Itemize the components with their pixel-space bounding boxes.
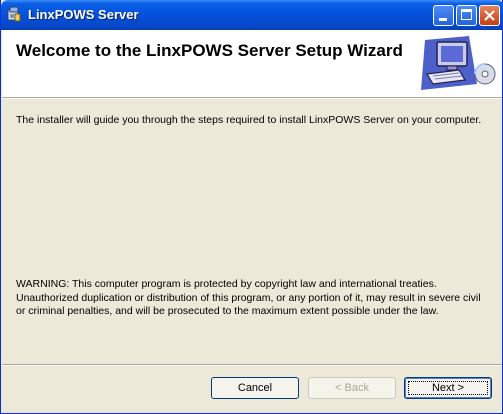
- page-title: Welcome to the LinxPOWS Server Setup Wiz…: [16, 41, 403, 60]
- cancel-button[interactable]: Cancel: [211, 377, 299, 399]
- wizard-header: Welcome to the LinxPOWS Server Setup Wiz…: [2, 30, 502, 97]
- installer-app-icon: [7, 6, 21, 22]
- intro-text: The installer will guide you through the…: [16, 114, 482, 126]
- header-divider: [2, 97, 502, 99]
- footer-divider: [2, 364, 502, 366]
- minimize-icon: [439, 18, 447, 21]
- next-button[interactable]: Next >: [404, 377, 492, 399]
- window-title: LinxPOWS Server: [28, 7, 139, 22]
- setup-wizard-window: LinxPOWS Server Welcome to the LinxPOWS …: [0, 0, 503, 414]
- title-bar[interactable]: LinxPOWS Server: [1, 0, 503, 30]
- close-button[interactable]: [479, 5, 500, 26]
- minimize-button[interactable]: [433, 5, 454, 26]
- computer-setup-icon: [421, 36, 496, 90]
- back-button[interactable]: < Back: [308, 377, 396, 399]
- maximize-icon: [461, 9, 472, 20]
- close-icon: [484, 10, 495, 21]
- next-button-label: Next >: [431, 382, 465, 394]
- maximize-button[interactable]: [456, 5, 477, 26]
- copyright-warning: WARNING: This computer program is protec…: [16, 278, 481, 317]
